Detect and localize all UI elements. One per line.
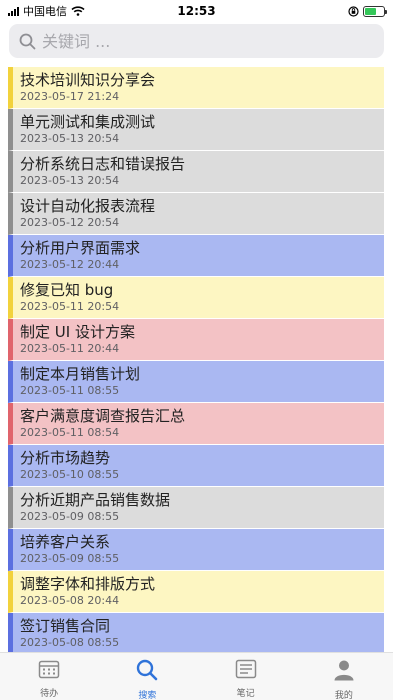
search-input[interactable] bbox=[42, 31, 384, 51]
item-date: 2023-05-13 20:54 bbox=[20, 174, 120, 187]
item-title: 分析市场趋势 bbox=[20, 449, 111, 467]
item-date: 2023-05-12 20:44 bbox=[20, 258, 120, 271]
list-item[interactable]: 调整字体和排版方式 2023-05-08 20:44 bbox=[8, 571, 384, 613]
item-title: 制定 UI 设计方案 bbox=[20, 323, 135, 341]
item-title: 制定本月销售计划 bbox=[20, 365, 141, 383]
todo-list: 技术培训知识分享会 2023-05-17 21:24 单元测试和集成测试 2023-0… bbox=[8, 67, 384, 655]
search-bar bbox=[9, 24, 384, 58]
item-date: 2023-05-17 21:24 bbox=[20, 90, 120, 103]
tab-bar: 待办 搜索 笔记 我的 bbox=[0, 652, 393, 700]
item-date: 2023-05-11 08:54 bbox=[20, 426, 120, 439]
status-right bbox=[348, 5, 387, 17]
signal-icon bbox=[8, 6, 19, 16]
note-icon bbox=[235, 659, 257, 683]
list-item[interactable]: 单元测试和集成测试 2023-05-13 20:54 bbox=[8, 109, 384, 151]
item-date: 2023-05-10 08:55 bbox=[20, 468, 120, 481]
list-item[interactable]: 技术培训知识分享会 2023-05-17 21:24 bbox=[8, 67, 384, 109]
search-icon bbox=[136, 659, 158, 685]
status-bar: 中国电信 12:53 bbox=[0, 0, 393, 22]
item-title: 设计自动化报表流程 bbox=[20, 197, 156, 215]
item-title: 培养客户关系 bbox=[20, 533, 111, 551]
list-item[interactable]: 培养客户关系 2023-05-09 08:55 bbox=[8, 529, 384, 571]
search-icon bbox=[19, 33, 36, 49]
item-title: 分析用户界面需求 bbox=[20, 239, 141, 257]
item-title: 调整字体和排版方式 bbox=[20, 575, 156, 593]
tab-person[interactable]: 我的 bbox=[295, 653, 393, 700]
tab-search[interactable]: 搜索 bbox=[98, 653, 196, 700]
list-item[interactable]: 客户满意度调查报告汇总 2023-05-11 08:54 bbox=[8, 403, 384, 445]
tab-label: 待办 bbox=[40, 689, 59, 699]
list-item[interactable]: 制定 UI 设计方案 2023-05-11 20:44 bbox=[8, 319, 384, 361]
status-left: 中国电信 bbox=[8, 3, 85, 19]
item-date: 2023-05-13 20:54 bbox=[20, 132, 120, 145]
list-item[interactable]: 分析系统日志和错误报告 2023-05-13 20:54 bbox=[8, 151, 384, 193]
tab-calendar[interactable]: 待办 bbox=[0, 653, 98, 700]
list-item[interactable]: 分析近期产品销售数据 2023-05-09 08:55 bbox=[8, 487, 384, 529]
item-date: 2023-05-11 20:54 bbox=[20, 300, 120, 313]
tab-label: 搜索 bbox=[138, 691, 157, 700]
person-icon bbox=[333, 659, 355, 685]
item-date: 2023-05-11 20:44 bbox=[20, 342, 120, 355]
wifi-icon bbox=[71, 6, 85, 16]
tab-note[interactable]: 笔记 bbox=[197, 653, 295, 700]
item-title: 客户满意度调查报告汇总 bbox=[20, 407, 186, 425]
list-item[interactable]: 签订销售合同 2023-05-08 08:55 bbox=[8, 613, 384, 655]
orientation-lock-icon bbox=[348, 5, 359, 17]
list-item[interactable]: 分析用户界面需求 2023-05-12 20:44 bbox=[8, 235, 384, 277]
item-title: 分析系统日志和错误报告 bbox=[20, 155, 186, 173]
item-title: 技术培训知识分享会 bbox=[20, 71, 156, 89]
tab-label: 笔记 bbox=[236, 689, 255, 699]
item-title: 分析近期产品销售数据 bbox=[20, 491, 171, 509]
item-date: 2023-05-09 08:55 bbox=[20, 510, 120, 523]
calendar-icon bbox=[38, 659, 60, 683]
tab-label: 我的 bbox=[334, 691, 353, 700]
item-title: 签订销售合同 bbox=[20, 617, 111, 635]
battery-icon bbox=[363, 5, 387, 17]
search-box[interactable] bbox=[9, 24, 384, 58]
list-item[interactable]: 制定本月销售计划 2023-05-11 08:55 bbox=[8, 361, 384, 403]
item-date: 2023-05-12 20:54 bbox=[20, 216, 120, 229]
list-item[interactable]: 设计自动化报表流程 2023-05-12 20:54 bbox=[8, 193, 384, 235]
item-title: 修复已知 bug bbox=[20, 281, 114, 299]
item-title: 单元测试和集成测试 bbox=[20, 113, 156, 131]
item-date: 2023-05-08 08:55 bbox=[20, 636, 120, 649]
item-date: 2023-05-08 20:44 bbox=[20, 594, 120, 607]
list-item[interactable]: 修复已知 bug 2023-05-11 20:54 bbox=[8, 277, 384, 319]
carrier-label: 中国电信 bbox=[23, 5, 67, 18]
item-date: 2023-05-09 08:55 bbox=[20, 552, 120, 565]
list-item[interactable]: 分析市场趋势 2023-05-10 08:55 bbox=[8, 445, 384, 487]
item-date: 2023-05-11 08:55 bbox=[20, 384, 120, 397]
